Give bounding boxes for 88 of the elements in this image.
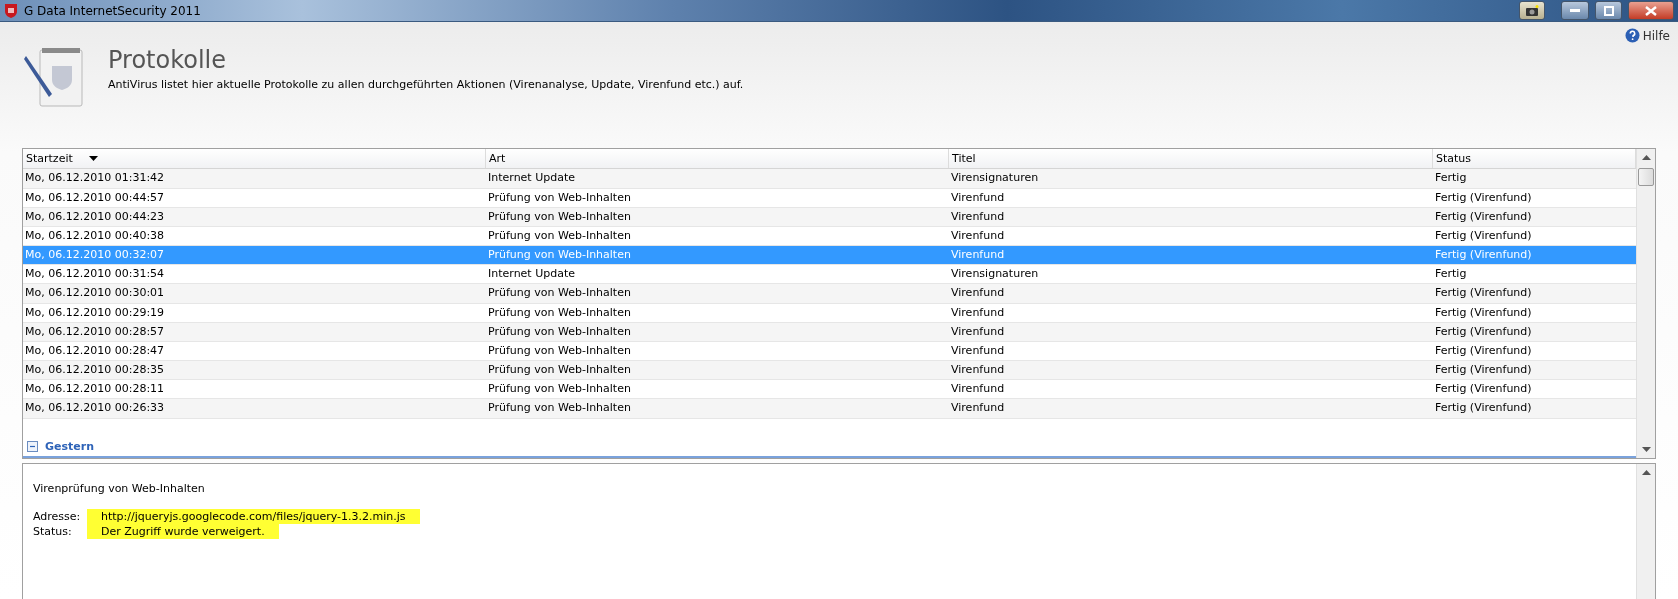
table-cell-text: Internet Update	[487, 266, 576, 283]
table-cell-text: Fertig (Virenfund)	[1434, 323, 1533, 340]
table-cell-text: Prüfung von Web-Inhalten	[487, 381, 632, 398]
table-cell-text: Fertig (Virenfund)	[1434, 227, 1533, 244]
table-cell-text: Virenfund	[950, 381, 1006, 398]
table-cell-text: Virenfund	[950, 342, 1006, 359]
table-row[interactable]: Mo, 06.12.2010 00:44:23 Prüfung von Web-Inhalten Virenfund Fertig (Virenfund)	[23, 207, 1636, 227]
group-header: Gestern	[45, 439, 94, 453]
table-cell-text: Internet Update	[487, 170, 576, 187]
table-cell-text: Virenfund	[950, 189, 1006, 206]
table-cell-text: Fertig (Virenfund)	[1434, 362, 1533, 379]
close-icon	[1645, 5, 1657, 16]
table-cell-text: Fertig (Virenfund)	[1434, 189, 1533, 206]
table-cell-text: Mo, 06.12.2010 00:29:19	[24, 304, 166, 321]
table-row[interactable]: Mo, 06.12.2010 00:26:33 Prüfung von Web-Inhalten Virenfund Fertig (Virenfund)	[23, 399, 1636, 419]
shield-icon	[4, 2, 18, 19]
table-cell-text: Virensignaturen	[950, 266, 1040, 283]
table-cell-text: Prüfung von Web-Inhalten	[487, 208, 632, 225]
minimize-button[interactable]	[1561, 1, 1589, 20]
scroll-up-icon[interactable]	[1641, 470, 1651, 475]
field-label: Adresse:	[33, 509, 82, 524]
page-title: Protokolle	[108, 46, 227, 74]
column-header[interactable]: Titel	[949, 149, 1433, 169]
table-cell-text: Mo, 06.12.2010 00:28:11	[24, 381, 166, 398]
table-cell-text: Virenfund	[950, 362, 1006, 379]
scroll-thumb[interactable]	[1638, 168, 1654, 186]
table-cell-text: Virenfund	[950, 227, 1006, 244]
table-cell-text: Mo, 06.12.2010 00:28:35	[24, 362, 166, 379]
table-cell-text: Prüfung von Web-Inhalten	[487, 304, 632, 321]
table-row[interactable]: Mo, 06.12.2010 01:31:42 Internet Update Virensignaturen Fertig	[23, 169, 1636, 189]
table-cell-text: Mo, 06.12.2010 00:40:38	[24, 227, 166, 244]
camera-button[interactable]	[1519, 1, 1545, 20]
camera-icon	[1525, 5, 1539, 16]
field-label: Status:	[33, 524, 73, 539]
table-row[interactable]: Mo, 06.12.2010 00:28:57 Prüfung von Web-Inhalten Virenfund Fertig (Virenfund)	[23, 322, 1636, 342]
table-cell-text: Virenfund	[950, 208, 1006, 225]
help-link[interactable]: Hilfe	[1624, 28, 1670, 43]
table-cell-text: Prüfung von Web-Inhalten	[487, 189, 632, 206]
table-cell-text: Mo, 06.12.2010 00:26:33	[24, 400, 166, 417]
table-cell-text: Virenfund	[950, 285, 1006, 302]
table-cell-text: Fertig (Virenfund)	[1434, 247, 1533, 264]
maximize-button[interactable]	[1595, 1, 1622, 20]
field-value: Der Zugriff wurde verweigert.	[87, 524, 279, 539]
window-title: G Data InternetSecurity 2011	[24, 3, 202, 18]
table-cell-text: Prüfung von Web-Inhalten	[487, 285, 632, 302]
page-description: AntiVirus listet hier aktuelle Protokolle zu allen durchgeführten Aktionen (Virenanalyse, Update, Virenfund etc.) auf.	[108, 78, 744, 91]
scroll-down-icon[interactable]	[1641, 447, 1651, 452]
table-cell-text: Prüfung von Web-Inhalten	[487, 323, 632, 340]
collapse-icon[interactable]	[27, 440, 38, 452]
scrollbar[interactable]	[1636, 149, 1655, 458]
table-cell-text: Mo, 06.12.2010 00:28:47	[24, 342, 166, 359]
table-cell-text: Virenfund	[950, 304, 1006, 321]
table-cell-text: Mo, 06.12.2010 00:44:23	[24, 208, 166, 225]
table-cell-text: Fertig (Virenfund)	[1434, 381, 1533, 398]
table-row[interactable]: Mo, 06.12.2010 00:28:35 Prüfung von Web-Inhalten Virenfund Fertig (Virenfund)	[23, 361, 1636, 381]
table-cell-text: Virensignaturen	[950, 170, 1040, 187]
table-cell-text: Virenfund	[950, 247, 1006, 264]
table-cell-text: Mo, 06.12.2010 00:44:57	[24, 189, 166, 206]
table-cell-text: Fertig (Virenfund)	[1434, 400, 1533, 417]
column-header[interactable]: Art	[486, 149, 949, 169]
maximize-icon	[1603, 5, 1614, 16]
table-cell-text: Mo, 06.12.2010 00:30:01	[24, 285, 166, 302]
close-button[interactable]	[1628, 1, 1674, 20]
minimize-icon	[1570, 9, 1580, 12]
table-cell-text: Fertig (Virenfund)	[1434, 208, 1533, 225]
table-cell-text: Fertig (Virenfund)	[1434, 342, 1533, 359]
table-cell-text: Prüfung von Web-Inhalten	[487, 247, 632, 264]
table-cell-text: Prüfung von Web-Inhalten	[487, 342, 632, 359]
table-cell-text: Fertig (Virenfund)	[1434, 285, 1533, 302]
table-cell-text: Fertig (Virenfund)	[1434, 304, 1533, 321]
table-row[interactable]: Mo, 06.12.2010 00:30:01 Prüfung von Web-Inhalten Virenfund Fertig (Virenfund)	[23, 284, 1636, 304]
table-cell-text: Mo, 06.12.2010 00:32:07	[24, 247, 166, 264]
help-icon	[1624, 28, 1640, 43]
table-cell-text: Virenfund	[950, 323, 1006, 340]
column-header[interactable]: Startzeit	[23, 149, 486, 169]
table-cell-text: Prüfung von Web-Inhalten	[487, 400, 632, 417]
table-cell-text: Prüfung von Web-Inhalten	[487, 362, 632, 379]
table-cell-text: Fertig	[1434, 266, 1468, 283]
table-cell-text: Mo, 06.12.2010 00:31:54	[24, 266, 166, 283]
detail-title: Virenprüfung von Web-Inhalten	[33, 482, 206, 495]
table-cell-text: Mo, 06.12.2010 01:31:42	[24, 170, 166, 187]
scrollbar[interactable]	[1636, 464, 1655, 599]
field-value: http://jqueryjs.googlecode.com/files/jquery-1.3.2.min.js	[87, 509, 420, 524]
table-cell-text: Fertig	[1434, 170, 1468, 187]
table-cell-text: Virenfund	[950, 400, 1006, 417]
table-cell-text: Mo, 06.12.2010 00:28:57	[24, 323, 166, 340]
table-cell-text: Prüfung von Web-Inhalten	[487, 227, 632, 244]
scroll-up-icon[interactable]	[1641, 155, 1651, 160]
